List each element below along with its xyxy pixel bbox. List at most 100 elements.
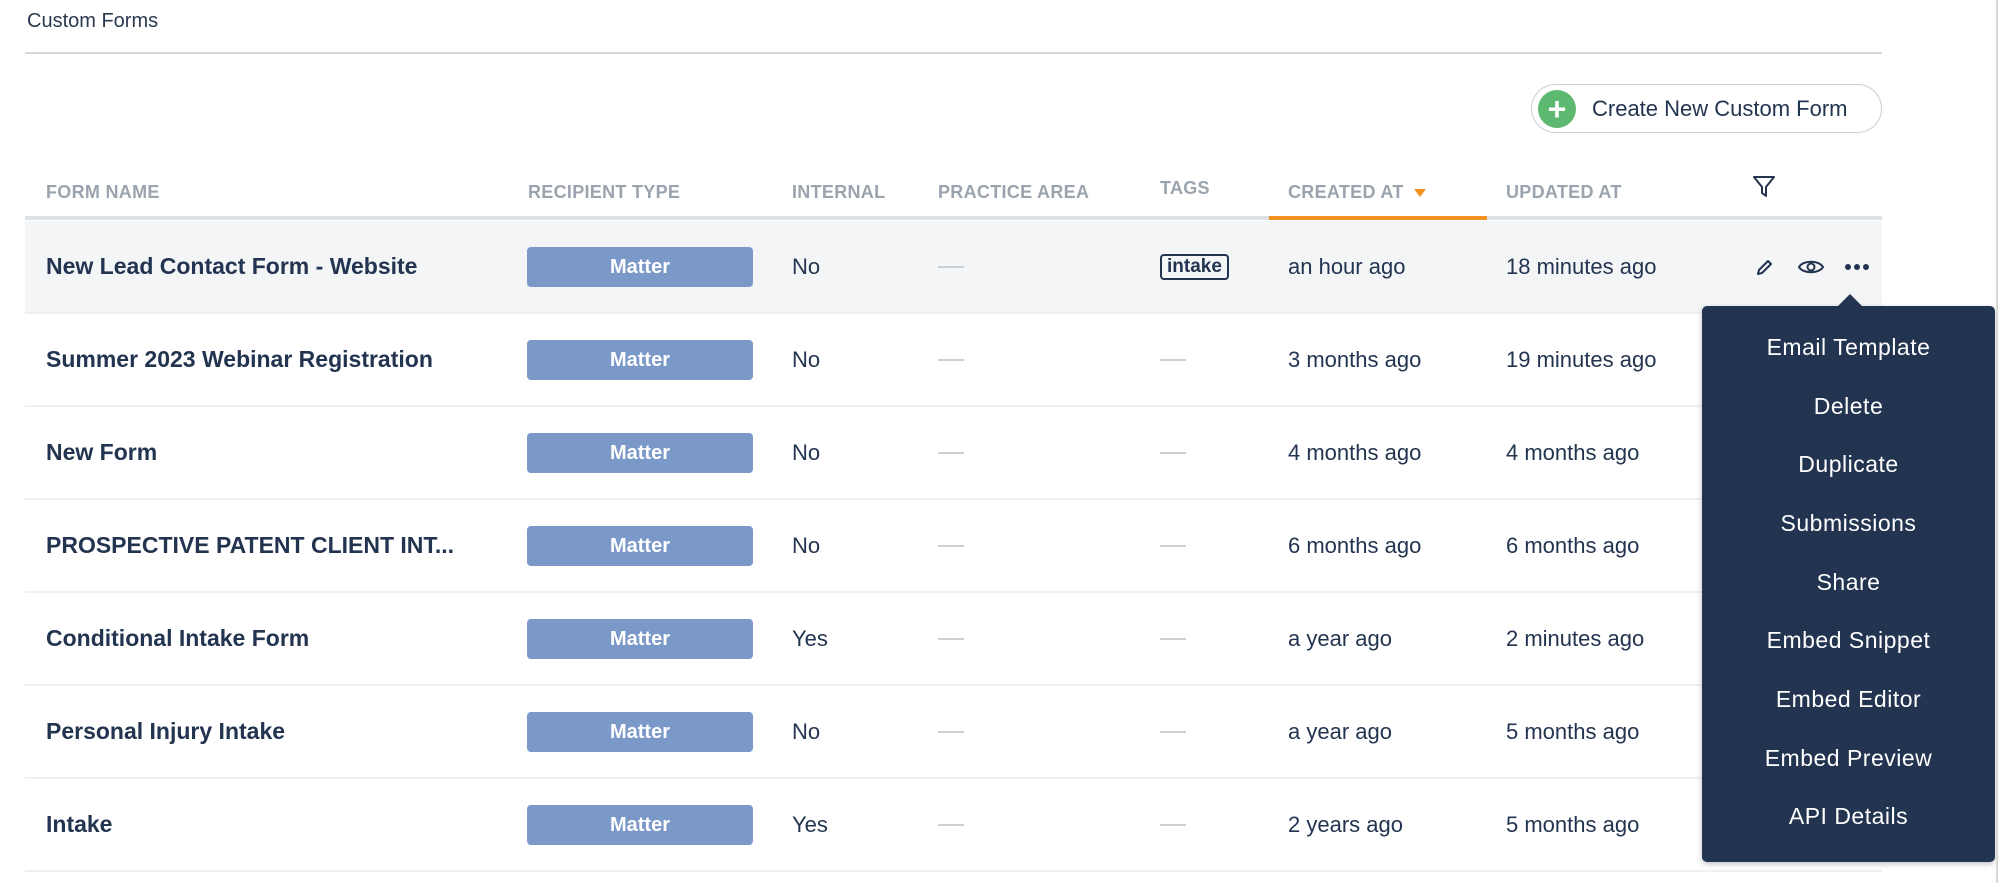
practice-area-cell (938, 221, 964, 312)
menu-item-share[interactable]: Share (1702, 553, 1995, 612)
recipient-type-badge: Matter (527, 712, 753, 752)
column-internal[interactable]: INTERNAL (792, 182, 885, 203)
tags-cell (1160, 593, 1186, 684)
practice-area-cell (938, 593, 964, 684)
created-at: a year ago (1288, 718, 1392, 744)
create-new-custom-form-button[interactable]: + Create New Custom Form (1531, 84, 1882, 133)
column-form-name[interactable]: FORM NAME (46, 182, 160, 203)
updated-at: 2 minutes ago (1506, 625, 1645, 651)
recipient-type-badge: Matter (527, 526, 753, 566)
created-at: 4 months ago (1288, 439, 1422, 465)
created-at: an hour ago (1288, 253, 1406, 279)
internal-value: Yes (792, 811, 828, 837)
column-updated-at[interactable]: UPDATED AT (1506, 182, 1622, 203)
plus-circle-icon: + (1538, 89, 1576, 128)
column-created-at[interactable]: CREATED AT (1288, 182, 1426, 203)
sort-desc-icon (1413, 189, 1426, 198)
more-horizontal-icon[interactable] (1843, 253, 1871, 281)
internal-value: No (792, 718, 821, 744)
column-recipient-type[interactable]: RECIPIENT TYPE (528, 182, 680, 203)
empty-dash (938, 823, 964, 826)
practice-area-cell (938, 686, 964, 777)
tags-cell (1160, 407, 1186, 498)
table-row[interactable]: PROSPECTIVE PATENT CLIENT INT... Matter … (25, 500, 1882, 593)
table-header: FORM NAME RECIPIENT TYPE INTERNAL PRACTI… (25, 170, 1882, 220)
empty-dash (938, 544, 964, 547)
updated-at: 6 months ago (1506, 532, 1640, 558)
menu-item-submissions[interactable]: Submissions (1702, 494, 1995, 553)
empty-dash (938, 265, 964, 268)
table-row[interactable]: Personal Injury Intake Matter No a year … (25, 686, 1882, 779)
empty-dash (1160, 637, 1186, 640)
tags-cell (1160, 686, 1186, 777)
practice-area-cell (938, 779, 964, 870)
updated-at: 5 months ago (1506, 718, 1640, 744)
recipient-type-badge: Matter (527, 433, 753, 473)
practice-area-cell (938, 314, 964, 405)
filter-icon[interactable] (1752, 174, 1776, 205)
row-actions-menu: Email Template Delete Duplicate Submissions… (1702, 294, 1995, 862)
scrollbar[interactable] (1996, 0, 1998, 883)
tag-badge: intake (1160, 253, 1229, 280)
empty-dash (938, 358, 964, 361)
form-name[interactable]: Conditional Intake Form (46, 593, 309, 684)
menu-item-embed-snippet[interactable]: Embed Snippet (1702, 611, 1995, 670)
recipient-type-badge: Matter (527, 805, 753, 845)
form-name[interactable]: New Form (46, 407, 157, 498)
table-row[interactable]: Summer 2023 Webinar Registration Matter … (25, 314, 1882, 407)
internal-value: Yes (792, 625, 828, 651)
menu-item-embed-editor[interactable]: Embed Editor (1702, 670, 1995, 729)
menu-item-delete[interactable]: Delete (1702, 377, 1995, 436)
recipient-type-badge: Matter (527, 619, 753, 659)
form-name[interactable]: PROSPECTIVE PATENT CLIENT INT... (46, 500, 454, 591)
menu-item-email-template[interactable]: Email Template (1702, 318, 1995, 377)
recipient-type-badge: Matter (527, 340, 753, 380)
column-practice-area[interactable]: PRACTICE AREA (938, 182, 1089, 203)
empty-dash (938, 637, 964, 640)
updated-at: 4 months ago (1506, 439, 1640, 465)
updated-at: 18 minutes ago (1506, 253, 1657, 279)
table-row[interactable]: New Lead Contact Form - Website Matter N… (25, 221, 1882, 314)
created-at: a year ago (1288, 625, 1392, 651)
empty-dash (1160, 823, 1186, 826)
created-at: 6 months ago (1288, 532, 1422, 558)
form-name[interactable]: Personal Injury Intake (46, 686, 285, 777)
page-title: Custom Forms (27, 10, 159, 32)
internal-value: No (792, 532, 821, 558)
updated-at: 5 months ago (1506, 811, 1640, 837)
recipient-type-badge: Matter (527, 247, 753, 287)
form-name[interactable]: Intake (46, 779, 112, 870)
form-name[interactable]: New Lead Contact Form - Website (46, 221, 417, 312)
empty-dash (1160, 730, 1186, 733)
pencil-icon[interactable] (1751, 253, 1779, 281)
tags-cell: intake (1160, 221, 1229, 312)
created-at-label: CREATED AT (1288, 182, 1404, 202)
practice-area-cell (938, 500, 964, 591)
practice-area-cell (938, 407, 964, 498)
table-row[interactable]: New Form Matter No 4 months ago 4 months… (25, 407, 1882, 500)
table-row[interactable]: Conditional Intake Form Matter Yes a yea… (25, 593, 1882, 686)
sort-indicator (1269, 216, 1487, 220)
menu-item-embed-preview[interactable]: Embed Preview (1702, 729, 1995, 788)
column-tags[interactable]: TAGS (1160, 178, 1210, 199)
updated-at: 19 minutes ago (1506, 346, 1657, 372)
internal-value: No (792, 253, 821, 279)
eye-icon[interactable] (1797, 253, 1825, 281)
empty-dash (1160, 544, 1186, 547)
menu-item-duplicate[interactable]: Duplicate (1702, 435, 1995, 494)
empty-dash (938, 730, 964, 733)
empty-dash (1160, 358, 1186, 361)
created-at: 3 months ago (1288, 346, 1422, 372)
create-button-label: Create New Custom Form (1592, 95, 1848, 121)
title-divider (25, 52, 1882, 54)
tags-cell (1160, 779, 1186, 870)
tags-cell (1160, 314, 1186, 405)
empty-dash (1160, 451, 1186, 454)
created-at: 2 years ago (1288, 811, 1403, 837)
internal-value: No (792, 346, 821, 372)
menu-item-api-details[interactable]: API Details (1702, 788, 1995, 847)
internal-value: No (792, 439, 821, 465)
empty-dash (938, 451, 964, 454)
table-row[interactable]: Intake Matter Yes 2 years ago 5 months a… (25, 779, 1882, 872)
form-name[interactable]: Summer 2023 Webinar Registration (46, 314, 433, 405)
